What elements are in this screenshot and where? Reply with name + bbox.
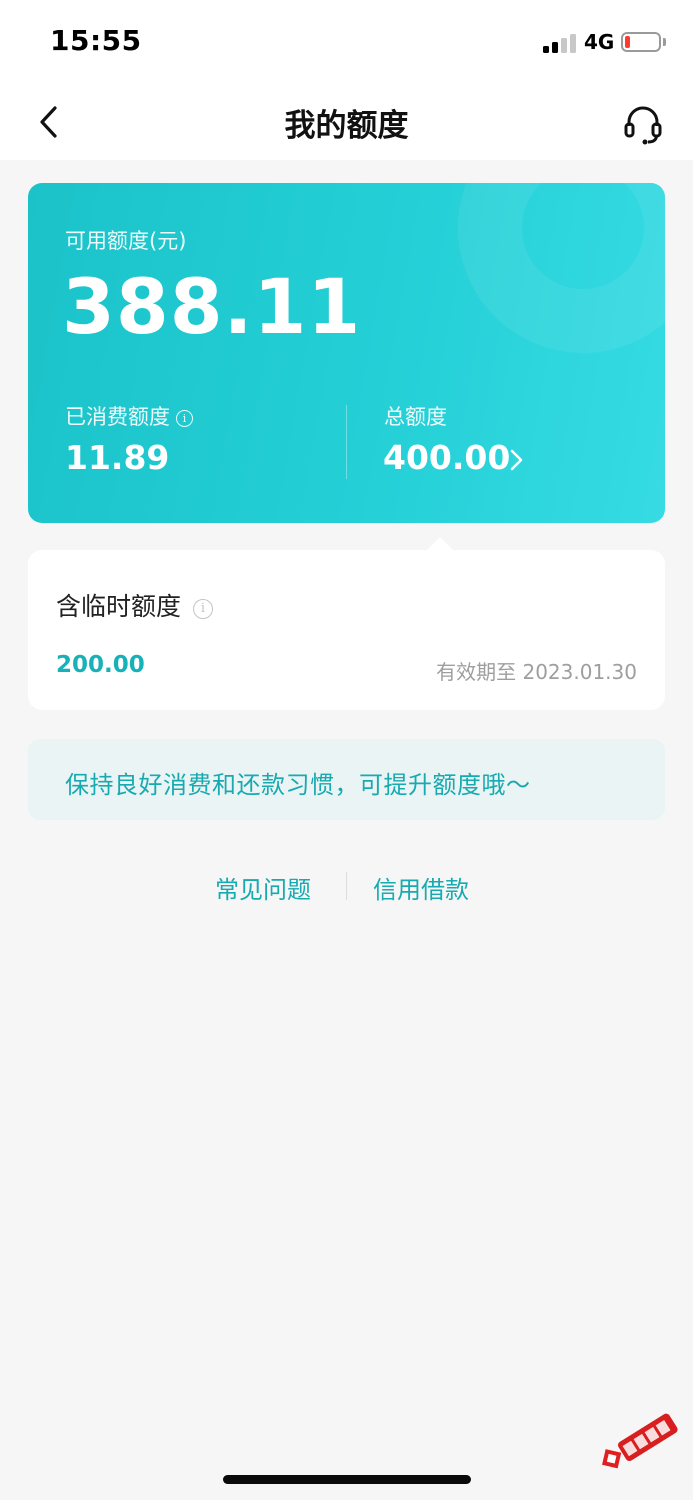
info-icon[interactable]: i: [193, 599, 214, 619]
used-credit-label-text: 已消费额度: [65, 405, 170, 429]
status-time: 15:55: [50, 24, 142, 57]
used-credit-amount: 11.89: [65, 438, 170, 477]
faq-link[interactable]: 常见问题: [215, 870, 311, 905]
available-credit-label: 可用额度(元): [65, 229, 187, 253]
total-credit-label: 总额度: [384, 405, 447, 429]
page-title: 我的额度: [284, 108, 409, 144]
temporary-credit-expiry: 有效期至 2023.01.30: [436, 660, 637, 684]
total-credit-arrow[interactable]: [506, 448, 526, 472]
temp-card-pointer: [426, 537, 454, 551]
available-credit-amount: 388.11: [62, 262, 362, 351]
home-indicator[interactable]: [223, 1475, 471, 1484]
network-type: 4G: [584, 30, 615, 54]
watermark-logo: [592, 1404, 686, 1484]
battery-icon: [621, 32, 661, 52]
chevron-right-icon: [510, 449, 523, 471]
tip-banner: 保持良好消费和还款习惯，可提升额度哦～: [28, 739, 665, 820]
temporary-credit-card: 含临时额度 i 200.00 有效期至 2023.01.30: [28, 550, 665, 710]
tip-text: 保持良好消费和还款习惯，可提升额度哦～: [65, 771, 531, 799]
link-divider: [346, 872, 347, 900]
card-decoration: [458, 183, 665, 353]
total-credit-amount[interactable]: 400.00: [383, 438, 510, 477]
temporary-credit-amount: 200.00: [56, 652, 145, 678]
card-divider: [346, 405, 347, 479]
nav-bar: 我的额度: [0, 86, 693, 160]
credit-loan-link[interactable]: 信用借款: [373, 870, 469, 905]
signal-icon: [543, 33, 577, 53]
headset-icon: [624, 106, 662, 145]
used-credit-label[interactable]: 已消费额度 i: [65, 401, 193, 431]
battery-tip: [663, 38, 666, 46]
temporary-credit-label: 含临时额度 i: [56, 587, 214, 623]
temporary-credit-label-text: 含临时额度: [56, 592, 182, 621]
credit-summary-card: 可用额度(元) 388.11 已消费额度 i 11.89 总额度 400.00: [28, 183, 665, 523]
customer-service-button[interactable]: [620, 102, 666, 148]
status-bar: 15:55 4G: [0, 0, 693, 86]
info-icon[interactable]: i: [176, 410, 193, 427]
battery-level: [625, 36, 630, 48]
